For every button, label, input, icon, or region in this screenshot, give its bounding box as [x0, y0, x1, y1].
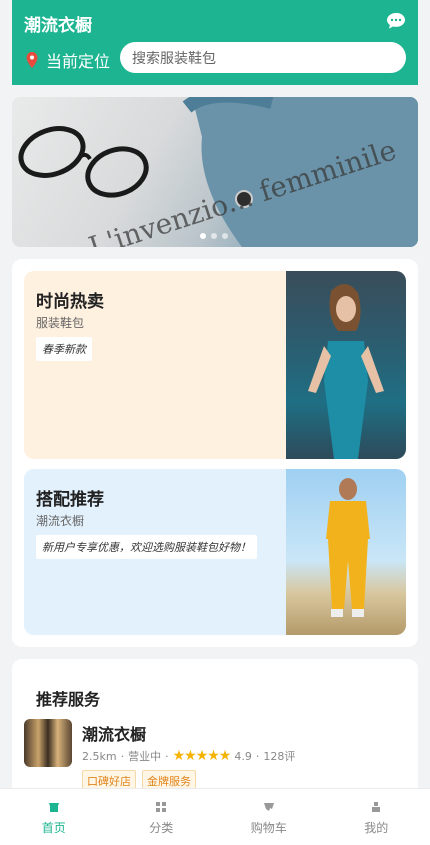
location-pin-icon [24, 51, 40, 69]
promo-title: 搭配推荐 [36, 485, 104, 510]
promo-section: 时尚热卖 服装鞋包 春季新款 搭配推荐 潮流衣橱 新用户专享优惠，欢迎选购服装鞋… [12, 259, 418, 647]
carousel-dot[interactable] [222, 233, 228, 239]
tab-label: 分类 [149, 819, 173, 836]
chat-icon[interactable] [386, 12, 406, 30]
promo-subtitle: 服装鞋包 [36, 314, 84, 331]
carousel-dot[interactable] [200, 233, 206, 239]
tab-profile[interactable]: 我的 [323, 789, 430, 845]
search-input[interactable]: 搜索服装鞋包 [120, 42, 406, 73]
tab-label: 首页 [42, 819, 66, 836]
shop-meta: 2.5km · 营业中 · ★★★★★ 4.9 · 128评 [82, 748, 295, 764]
app-header: 潮流衣橱 当前定位 搜索服装鞋包 [12, 0, 418, 85]
promo-photo [286, 469, 406, 635]
search-placeholder: 搜索服装鞋包 [132, 48, 216, 68]
carousel-dots [200, 233, 228, 239]
shop-distance: 2.5km [82, 750, 117, 763]
cart-icon [263, 801, 275, 813]
current-location[interactable]: 当前定位 [24, 48, 110, 72]
carousel-dot[interactable] [211, 233, 217, 239]
app-title: 潮流衣橱 [24, 11, 92, 36]
shop-thumbnail[interactable] [24, 719, 72, 767]
tab-home[interactable]: 首页 [0, 789, 108, 845]
promo-subtitle: 潮流衣橱 [36, 512, 84, 529]
star-rating-icon: ★★★★★ [173, 748, 231, 764]
promo-photo [286, 271, 406, 459]
shop-rating: 4.9 [234, 750, 252, 763]
shop-name[interactable]: 潮流衣橱 [82, 721, 146, 745]
shop-reviews: 128评 [263, 748, 295, 764]
tab-label: 购物车 [251, 819, 287, 836]
recommended-services: 推荐服务 潮流衣橱 2.5km · 营业中 · ★★★★★ 4.9 · 128评… [12, 659, 418, 799]
shop-status: 营业中 [128, 748, 161, 764]
tab-cart[interactable]: 购物车 [215, 789, 323, 845]
tab-label: 我的 [364, 819, 388, 836]
location-label: 当前定位 [46, 48, 110, 72]
banner-carousel[interactable]: L'invenzio... femminile [12, 97, 418, 247]
promo-title: 时尚热卖 [36, 287, 104, 312]
grid-icon [155, 801, 167, 813]
bottom-tab-bar: 首页 分类 购物车 我的 [0, 788, 430, 845]
promo-card-hot-sale[interactable]: 时尚热卖 服装鞋包 春季新款 [24, 271, 406, 459]
promo-card-outfit[interactable]: 搭配推荐 潮流衣橱 新用户专享优惠，欢迎选购服装鞋包好物！ [24, 469, 406, 635]
promo-tag: 新用户专享优惠，欢迎选购服装鞋包好物！ [36, 535, 257, 559]
user-icon [370, 801, 382, 813]
promo-tag: 春季新款 [36, 337, 92, 361]
section-title: 推荐服务 [36, 686, 100, 710]
home-icon [48, 801, 60, 813]
tab-category[interactable]: 分类 [108, 789, 216, 845]
